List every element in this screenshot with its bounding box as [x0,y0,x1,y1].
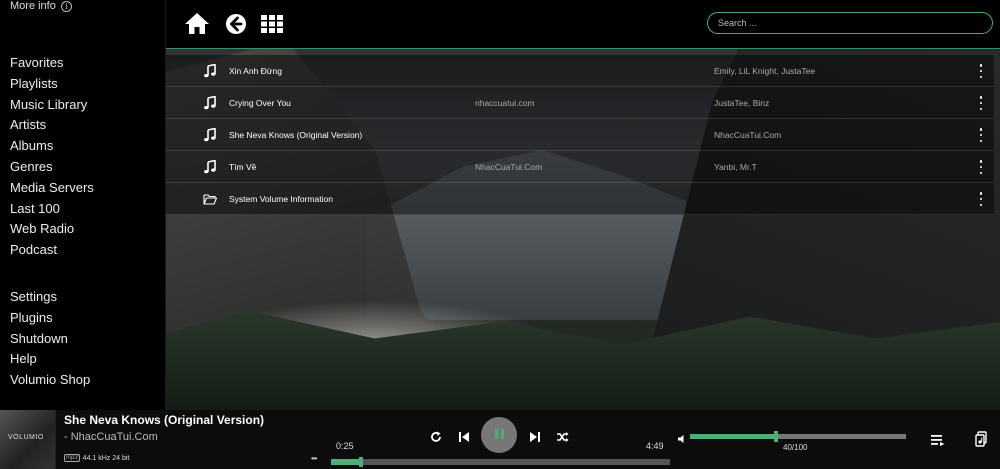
system-menu: Settings Plugins Shutdown Help Volumio Shop [10,287,90,391]
sidebar-item-media-servers[interactable]: Media Servers [10,178,94,199]
track-title: System Volume Information [229,194,333,204]
row-menu-icon[interactable] [978,128,984,142]
album-cover[interactable]: VOLUMIO [0,410,56,469]
track-artist: Yanbi, Mr.T [714,162,757,172]
sidebar-item-favorites[interactable]: Favorites [10,53,94,74]
shuffle-icon[interactable] [556,430,569,448]
volume-handle[interactable] [774,431,779,442]
sidebar-item-settings[interactable]: Settings [10,287,90,308]
top-bar [166,0,1000,49]
volume-fill [690,434,777,439]
cover-text: VOLUMIO [8,434,44,441]
track-album: nhaccuatui.com [475,98,535,108]
now-playing-title: She Neva Knows (Original Version) [64,413,265,427]
queue-icon[interactable] [931,433,945,451]
main-content: Xin Anh Đừng Emily, LiL Knight, JustaTee C… [166,0,1000,410]
current-time: 0:25 [336,441,354,451]
folder-row[interactable]: System Volume Information [166,183,994,215]
sidebar-item-artists[interactable]: Artists [10,115,94,136]
search-input[interactable] [707,12,993,34]
music-note-icon [203,159,217,174]
player-bar: VOLUMIO She Neva Knows (Original Version… [0,410,1000,469]
home-icon[interactable] [184,11,210,37]
sidebar-item-last-100[interactable]: Last 100 [10,199,94,220]
track-row[interactable]: Xin Anh Đừng Emily, LiL Knight, JustaTee [166,55,994,87]
play-pause-button[interactable] [481,417,517,453]
quality-text: 44.1 kHz 24 bit [82,454,130,462]
row-menu-icon[interactable] [978,160,984,174]
pause-icon [493,426,505,444]
track-album: NhacCuaTui.Com [475,162,543,172]
sidebar-item-volumio-shop[interactable]: Volumio Shop [10,370,90,391]
more-info-label: More info [10,0,56,12]
track-row[interactable]: She Neva Knows (Original Version) NhacCua… [166,119,994,151]
track-title: Xin Anh Đừng [229,66,282,76]
audio-quality: mp3 44.1 kHz 24 bit [64,454,129,462]
folder-icon [203,192,218,206]
total-time: 4:49 [646,441,664,451]
music-note-icon [203,63,217,78]
row-menu-icon[interactable] [978,64,984,78]
seek-handle[interactable] [358,457,363,467]
more-options-button[interactable]: ••• [311,454,317,463]
track-title: She Neva Knows (Original Version) [229,130,363,140]
library-icon[interactable] [975,431,987,452]
more-info-link[interactable]: More info i [10,0,72,12]
sidebar-item-shutdown[interactable]: Shutdown [10,329,90,350]
info-icon: i [60,0,72,12]
track-list: Xin Anh Đừng Emily, LiL Knight, JustaTee C… [166,55,994,215]
previous-icon[interactable] [458,430,470,448]
now-playing-artist: - NhacCuaTui.Com [64,431,158,443]
grid-view-icon[interactable] [259,11,285,37]
music-note-icon [203,127,217,142]
sidebar-item-help[interactable]: Help [10,349,90,370]
track-artist: JustaTee, Binz [714,98,770,108]
row-menu-icon[interactable] [978,96,984,110]
music-note-icon [203,95,217,110]
volume-slider[interactable] [690,431,906,442]
row-menu-icon[interactable] [978,192,984,206]
sidebar-item-playlists[interactable]: Playlists [10,74,94,95]
back-icon[interactable] [223,11,249,37]
sidebar-item-music-library[interactable]: Music Library [10,95,94,116]
track-row[interactable]: Tìm Về NhacCuaTui.Com Yanbi, Mr.T [166,151,994,183]
sidebar-item-podcast[interactable]: Podcast [10,240,94,261]
sidebar-item-genres[interactable]: Genres [10,157,94,178]
sidebar: More info i Favorites Playlists Music Libr… [0,0,166,410]
repeat-icon[interactable] [430,430,442,448]
sidebar-item-albums[interactable]: Albums [10,136,94,157]
main-menu: Favorites Playlists Music Library Artists Al… [10,53,94,261]
seek-progress [331,459,361,465]
next-icon[interactable] [529,430,541,448]
format-badge: mp3 [64,454,80,462]
track-artist: NhacCuaTui.Com [714,130,782,140]
sidebar-item-plugins[interactable]: Plugins [10,308,90,329]
track-title: Tìm Về [229,162,257,172]
track-artist: Emily, LiL Knight, JustaTee [714,66,816,76]
track-row[interactable]: Crying Over You nhaccuatui.com JustaTee, B… [166,87,994,119]
volume-icon[interactable] [677,431,687,443]
track-title: Crying Over You [229,98,291,108]
sidebar-item-web-radio[interactable]: Web Radio [10,219,94,240]
volume-value: 40/100 [783,443,808,452]
seek-bar[interactable] [331,457,670,467]
